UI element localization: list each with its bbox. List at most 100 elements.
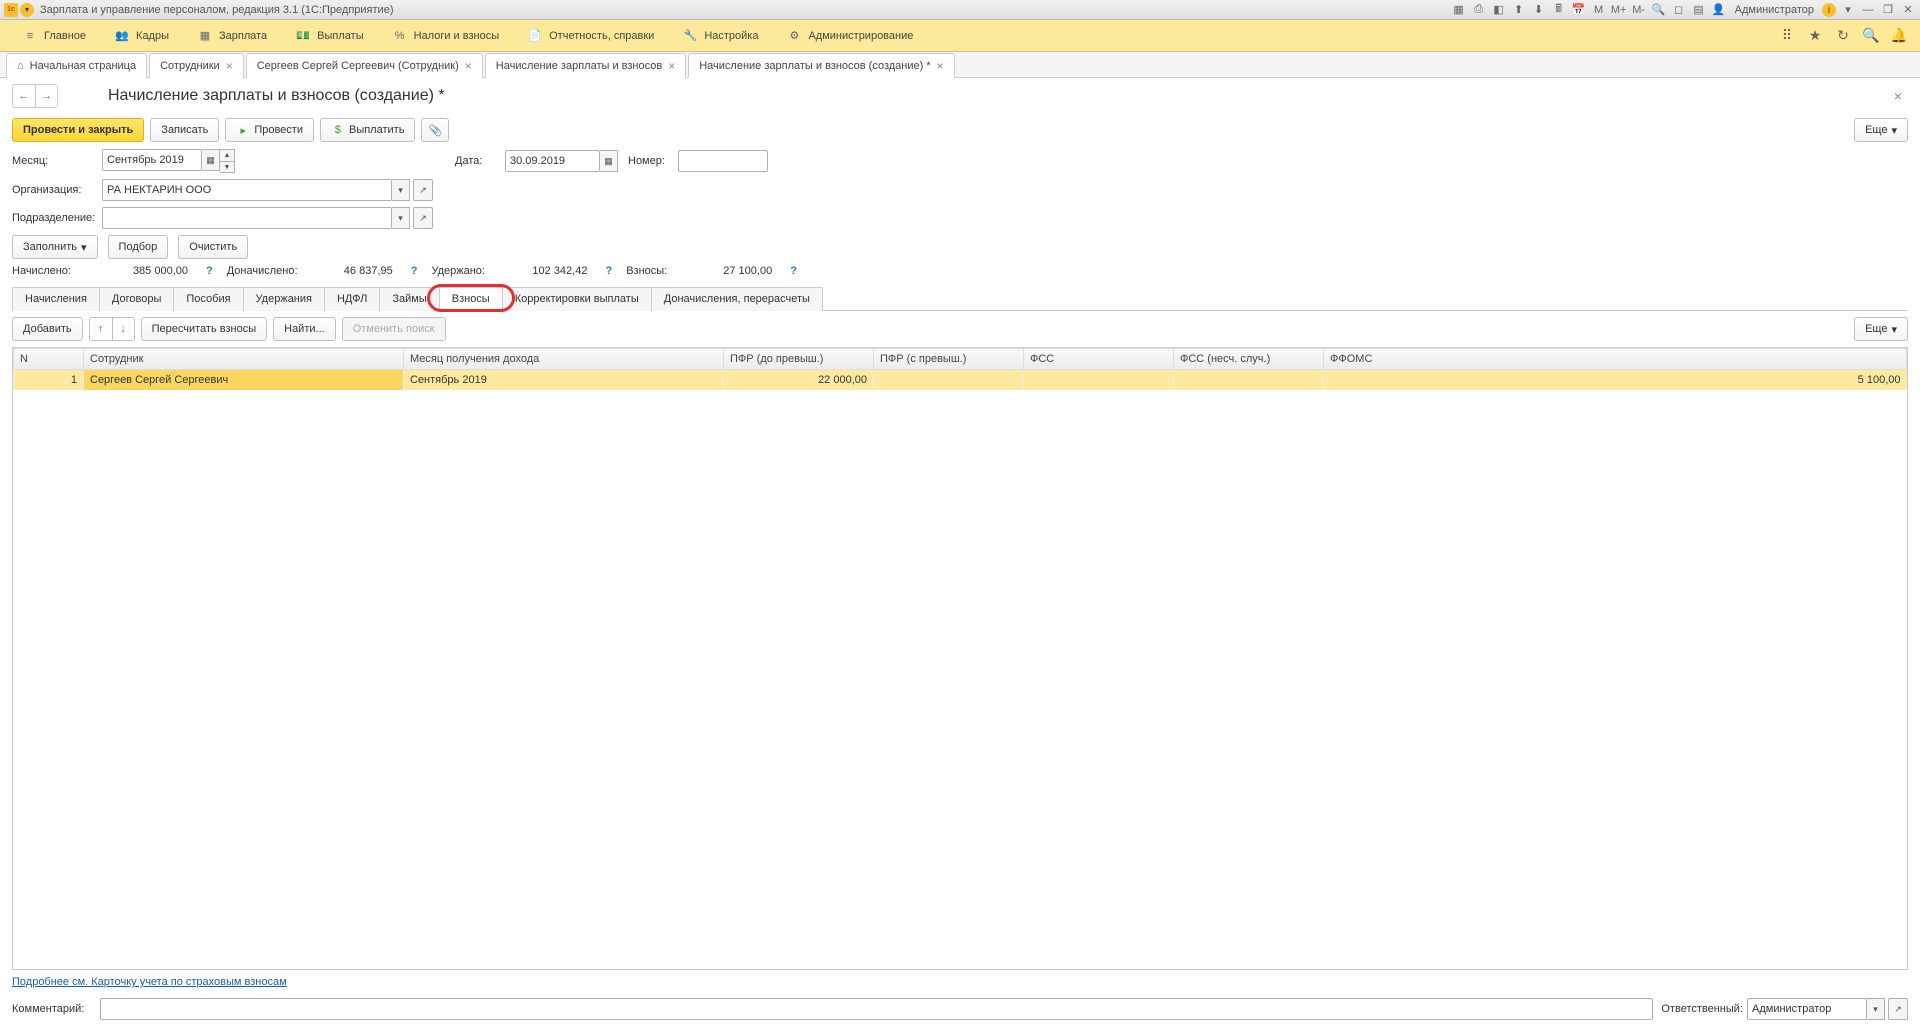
search-icon[interactable]: 🔍 xyxy=(1651,2,1667,18)
maximize-icon[interactable]: ❐ xyxy=(1880,2,1896,18)
calc-icon[interactable]: 🖩 xyxy=(1551,2,1567,18)
open-external-icon[interactable]: ↗ xyxy=(413,179,433,201)
close-icon[interactable]: × xyxy=(465,59,472,73)
nav-otchetnost[interactable]: 📄Отчетность, справки xyxy=(513,20,668,51)
add-button[interactable]: Добавить xyxy=(12,317,83,341)
th-pfr-below[interactable]: ПФР (до превыш.) xyxy=(724,349,874,370)
move-down-icon[interactable]: ↓ xyxy=(112,318,134,340)
subtab-accruals[interactable]: Начисления xyxy=(12,287,100,311)
dropdown-icon[interactable]: ▾ xyxy=(392,207,410,229)
subtab-loans[interactable]: Займы xyxy=(379,287,439,311)
close-icon[interactable]: × xyxy=(668,59,675,73)
th-month[interactable]: Месяц получения дохода xyxy=(404,349,724,370)
tb-icon-box[interactable]: ◻ xyxy=(1671,2,1687,18)
number-input[interactable] xyxy=(678,150,768,172)
print-icon[interactable]: ⎙ xyxy=(1471,2,1487,18)
help-icon[interactable]: ? xyxy=(407,265,422,277)
find-button[interactable]: Найти... xyxy=(273,317,336,341)
nav-main[interactable]: ≡Главное xyxy=(8,20,100,51)
minimize-icon[interactable]: — xyxy=(1860,2,1876,18)
m-icon[interactable]: M xyxy=(1591,2,1607,18)
clear-button[interactable]: Очистить xyxy=(178,235,248,259)
tb-icon-3[interactable]: ◧ xyxy=(1491,2,1507,18)
responsible-input[interactable]: Администратор xyxy=(1747,998,1867,1020)
dept-input[interactable] xyxy=(102,207,392,229)
spin-down-icon[interactable]: ▼ xyxy=(220,161,234,172)
th-ffoms[interactable]: ФФОМС xyxy=(1324,349,1907,370)
help-icon[interactable]: ? xyxy=(786,265,801,277)
tab-accrual-create[interactable]: Начисление зарплаты и взносов (создание)… xyxy=(688,53,954,78)
save-close-button[interactable]: Провести и закрыть xyxy=(12,118,144,142)
star-icon[interactable]: ★ xyxy=(1806,27,1824,45)
search-nav-icon[interactable]: 🔍 xyxy=(1862,27,1880,45)
attach-button[interactable]: 📎 xyxy=(421,118,449,142)
pay-button[interactable]: $Выплатить xyxy=(320,118,415,142)
close-icon[interactable]: × xyxy=(226,59,233,73)
subtab-withholdings[interactable]: Удержания xyxy=(243,287,325,311)
dropdown-icon[interactable]: ▾ xyxy=(1867,998,1885,1020)
th-fss[interactable]: ФСС xyxy=(1024,349,1174,370)
close-icon[interactable]: × xyxy=(937,59,944,73)
save-button[interactable]: Записать xyxy=(150,118,219,142)
tab-accruals-list[interactable]: Начисление зарплаты и взносов × xyxy=(485,53,686,78)
recalc-button[interactable]: Пересчитать взносы xyxy=(141,317,268,341)
forward-button[interactable]: → xyxy=(35,85,57,107)
tb-icon-5[interactable]: ⬇ xyxy=(1531,2,1547,18)
tb-icon-1[interactable]: ▦ xyxy=(1451,2,1467,18)
tab-employee-detail[interactable]: Сергеев Сергей Сергеевич (Сотрудник) × xyxy=(246,53,483,78)
info-icon[interactable]: i xyxy=(1822,3,1836,17)
open-external-icon[interactable]: ↗ xyxy=(1888,998,1908,1020)
calendar-icon[interactable]: 📅 xyxy=(1571,2,1587,18)
tab-employees[interactable]: Сотрудники × xyxy=(149,53,244,78)
back-button[interactable]: ← xyxy=(13,85,35,107)
sub-more-button[interactable]: Еще ▾ xyxy=(1854,317,1908,341)
th-n[interactable]: N xyxy=(14,349,84,370)
page-close-icon[interactable]: × xyxy=(1888,86,1908,106)
nav-zarplata[interactable]: ▦Зарплата xyxy=(183,20,281,51)
nav-nalogi[interactable]: %Налоги и взносы xyxy=(378,20,514,51)
th-fss-acc[interactable]: ФСС (несч. случ.) xyxy=(1174,349,1324,370)
tb-icon-lines[interactable]: ▤ xyxy=(1691,2,1707,18)
subtab-contributions[interactable]: Взносы xyxy=(439,287,503,311)
th-emp[interactable]: Сотрудник xyxy=(84,349,404,370)
month-picker-icon[interactable]: ▦ xyxy=(202,149,220,171)
subtab-contracts[interactable]: Договоры xyxy=(99,287,174,311)
move-up-icon[interactable]: ↑ xyxy=(90,318,112,340)
subtab-benefits[interactable]: Пособия xyxy=(173,287,243,311)
date-input[interactable]: 30.09.2019 xyxy=(505,150,600,172)
help-icon[interactable]: ? xyxy=(202,265,217,277)
close-window-icon[interactable]: ✕ xyxy=(1900,2,1916,18)
table-row[interactable]: 1 Сергеев Сергей Сергеевич Сентябрь 2019… xyxy=(14,370,1907,391)
nav-nastroika[interactable]: 🔧Настройка xyxy=(668,20,772,51)
comment-input[interactable] xyxy=(100,998,1653,1020)
details-link[interactable]: Подробнее см. Карточку учета по страховы… xyxy=(12,976,287,988)
table-wrap[interactable]: N Сотрудник Месяц получения дохода ПФР (… xyxy=(12,347,1908,970)
open-external-icon[interactable]: ↗ xyxy=(413,207,433,229)
help-icon[interactable]: ? xyxy=(601,265,616,277)
th-pfr-above[interactable]: ПФР (с превыш.) xyxy=(874,349,1024,370)
fill-button[interactable]: Заполнить ▾ xyxy=(12,235,98,259)
subtab-ndfl[interactable]: НДФЛ xyxy=(324,287,380,311)
pick-button[interactable]: Подбор xyxy=(108,235,169,259)
nav-kadry[interactable]: 👥Кадры xyxy=(100,20,183,51)
tab-home[interactable]: ⌂ Начальная страница xyxy=(6,53,147,78)
subtab-corrections[interactable]: Корректировки выплаты xyxy=(502,287,652,311)
info-dropdown-icon[interactable]: ▾ xyxy=(1840,2,1856,18)
apps-icon[interactable]: ⠿ xyxy=(1778,27,1796,45)
m-minus-icon[interactable]: M- xyxy=(1631,2,1647,18)
tb-icon-4[interactable]: ⬆ xyxy=(1511,2,1527,18)
bell-icon[interactable]: 🔔 xyxy=(1890,27,1908,45)
app-menu-dropdown-icon[interactable]: ▾ xyxy=(20,3,34,17)
m-plus-icon[interactable]: M+ xyxy=(1611,2,1627,18)
subtab-recalc[interactable]: Доначисления, перерасчеты xyxy=(651,287,823,311)
dropdown-icon[interactable]: ▾ xyxy=(392,179,410,201)
nav-vyplaty[interactable]: 💵Выплаты xyxy=(281,20,377,51)
spin-up-icon[interactable]: ▲ xyxy=(220,150,234,161)
date-picker-icon[interactable]: ▦ xyxy=(600,150,618,172)
more-button[interactable]: Еще ▾ xyxy=(1854,118,1908,142)
month-input[interactable]: Сентябрь 2019 xyxy=(102,149,202,171)
post-button[interactable]: ▸Провести xyxy=(225,118,314,142)
history-icon[interactable]: ↻ xyxy=(1834,27,1852,45)
nav-admin[interactable]: ⚙Администрирование xyxy=(772,20,927,51)
org-input[interactable]: РА НЕКТАРИН ООО xyxy=(102,179,392,201)
